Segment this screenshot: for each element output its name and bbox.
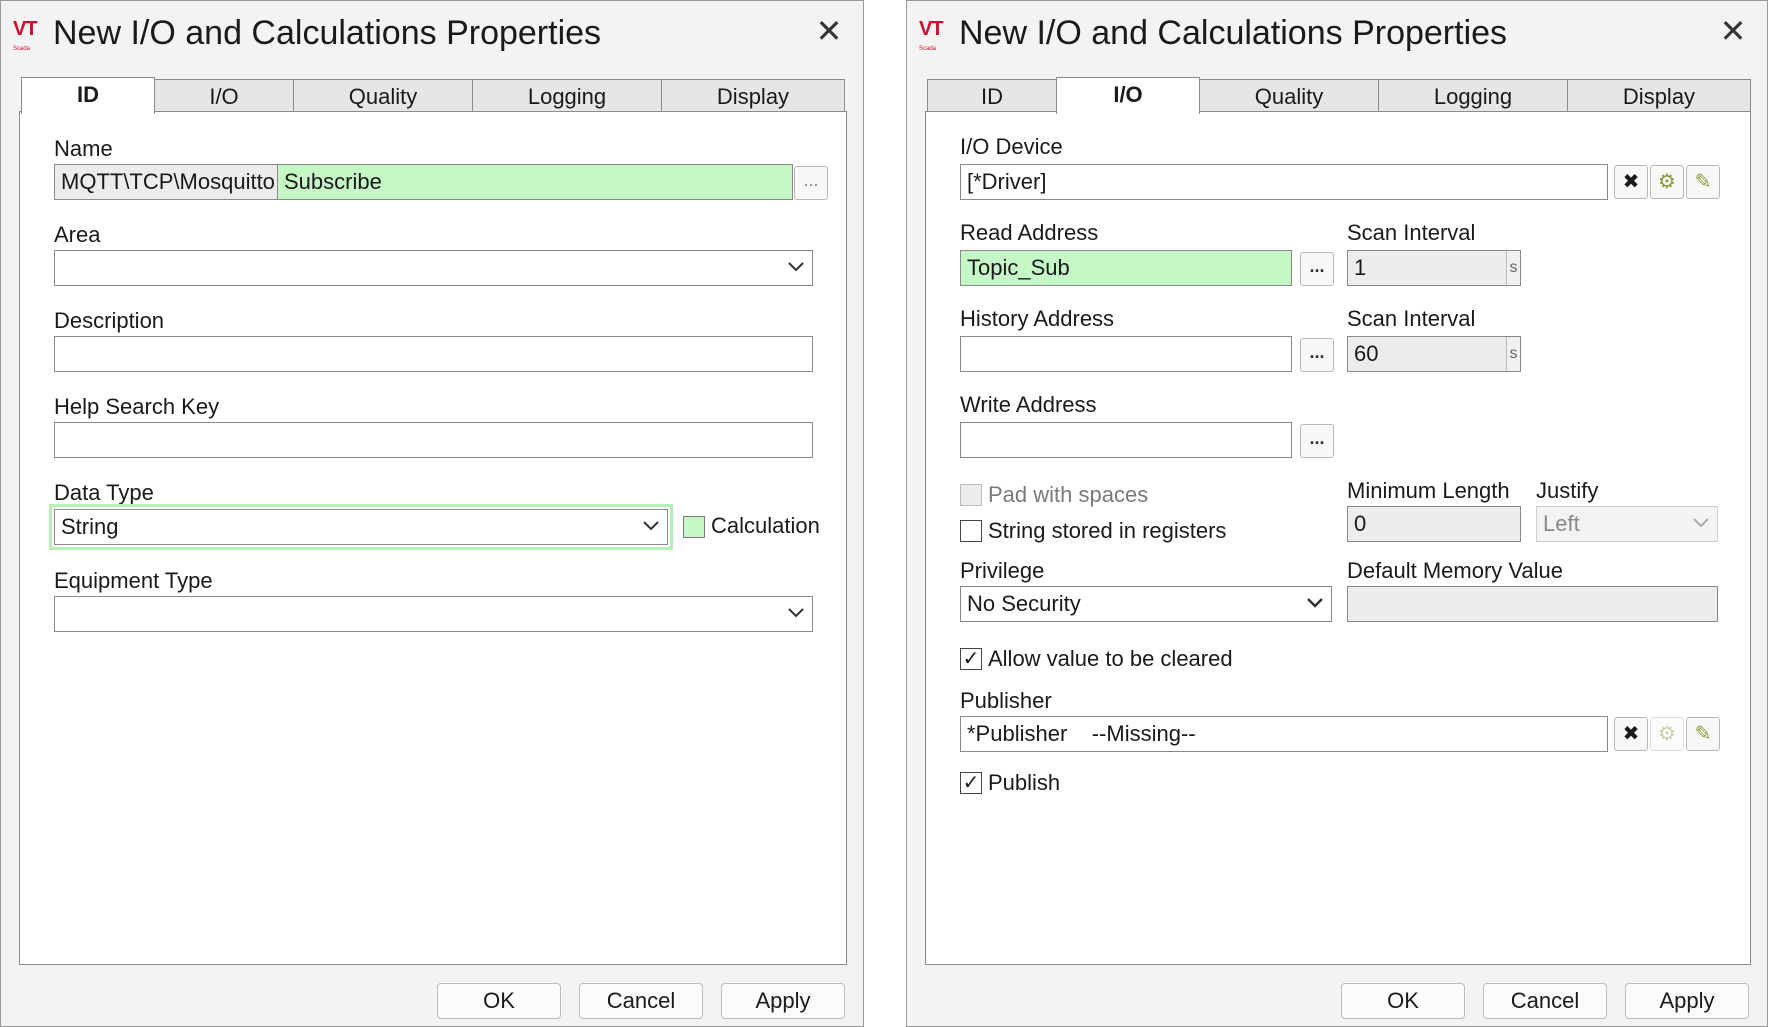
justify-select[interactable]: Left — [1536, 506, 1718, 542]
close-icon[interactable]: ✕ — [1713, 11, 1753, 51]
name-label: Name — [54, 136, 113, 161]
area-label: Area — [54, 222, 101, 247]
title-bar: VT Scada New I/O and Calculations Propert… — [1, 1, 863, 65]
default-memory-value-field[interactable] — [1347, 586, 1718, 622]
history-address-label: History Address — [960, 306, 1115, 331]
publish-checkbox[interactable]: ✓ — [960, 772, 982, 794]
equipment-type-label: Equipment Type — [54, 568, 213, 593]
read-address-field[interactable]: Topic_Sub — [960, 250, 1292, 286]
vtscada-logo-icon: VT Scada — [13, 18, 38, 52]
apply-button[interactable]: Apply — [721, 983, 845, 1019]
description-label: Description — [54, 308, 165, 333]
pad-with-spaces-label: Pad with spaces — [988, 482, 1149, 507]
tag-browse-icon[interactable]: ⚙ — [1650, 717, 1684, 751]
ok-button[interactable]: OK — [1341, 983, 1465, 1019]
scan-interval-label: Scan Interval — [1347, 220, 1476, 245]
title-bar: VT Scada New I/O and Calculations Propert… — [907, 1, 1767, 65]
chevron-down-icon — [1693, 507, 1709, 528]
history-address-browse-button[interactable]: ... — [1300, 338, 1334, 372]
history-address-field[interactable] — [960, 336, 1292, 372]
data-type-label: Data Type — [54, 480, 154, 505]
cancel-button[interactable]: Cancel — [579, 983, 703, 1019]
apply-button[interactable]: Apply — [1625, 983, 1749, 1019]
write-address-browse-button[interactable]: ... — [1300, 424, 1334, 458]
allow-value-cleared-label: Allow value to be cleared — [988, 646, 1233, 671]
tab-display[interactable]: Display — [661, 79, 845, 113]
read-address-label: Read Address — [960, 220, 1099, 245]
calculation-checkbox[interactable] — [683, 516, 705, 538]
tab-strip: ID I/O Quality Logging Display — [927, 77, 1751, 114]
name-prefix-field: MQTT\TCP\Mosquitto — [54, 164, 278, 200]
write-address-label: Write Address — [960, 392, 1097, 417]
properties-dialog-left: VT Scada New I/O and Calculations Propert… — [0, 0, 864, 1027]
chevron-down-icon — [1307, 587, 1323, 608]
minimum-length-field[interactable]: 0 — [1347, 506, 1521, 542]
clear-icon[interactable]: ✖ — [1614, 165, 1648, 199]
name-field[interactable]: Subscribe — [277, 164, 793, 200]
tab-id[interactable]: ID — [927, 79, 1057, 113]
dialog-title: New I/O and Calculations Properties — [53, 14, 602, 52]
publish-label: Publish — [988, 770, 1061, 795]
history-scan-interval-field[interactable]: 60 s — [1347, 336, 1521, 372]
seconds-unit: s — [1506, 337, 1520, 371]
read-address-browse-button[interactable]: ... — [1300, 252, 1334, 286]
tab-panel-id: Name MQTT\TCP\Mosquitto Subscribe ... Ar… — [19, 111, 847, 965]
io-device-field[interactable]: [*Driver] — [960, 164, 1608, 200]
tag-properties-icon[interactable]: ✎ — [1686, 165, 1720, 199]
chevron-down-icon — [788, 251, 804, 272]
tab-id[interactable]: ID — [21, 77, 155, 114]
tag-browse-icon[interactable]: ⚙ — [1650, 165, 1684, 199]
tag-properties-icon[interactable]: ✎ — [1686, 717, 1720, 751]
tab-io[interactable]: I/O — [154, 79, 294, 113]
io-device-label: I/O Device — [960, 134, 1063, 159]
publisher-label: Publisher — [960, 688, 1052, 713]
publisher-field[interactable]: *Publisher --Missing-- — [960, 716, 1608, 752]
properties-dialog-right: VT Scada New I/O and Calculations Propert… — [906, 0, 1768, 1027]
vtscada-logo-icon: VT Scada — [919, 18, 944, 52]
tab-strip: ID I/O Quality Logging Display — [21, 77, 845, 114]
equipment-type-select[interactable] — [54, 596, 813, 632]
description-field[interactable] — [54, 336, 813, 372]
clear-icon[interactable]: ✖ — [1614, 717, 1648, 751]
tab-quality[interactable]: Quality — [1199, 79, 1379, 113]
justify-label: Justify — [1536, 478, 1599, 503]
name-browse-button[interactable]: ... — [794, 166, 828, 200]
close-icon[interactable]: ✕ — [809, 11, 849, 51]
privilege-label: Privilege — [960, 558, 1045, 583]
tab-io[interactable]: I/O — [1056, 77, 1200, 114]
privilege-select[interactable]: No Security — [960, 586, 1332, 622]
tab-logging[interactable]: Logging — [1378, 79, 1568, 113]
chevron-down-icon — [643, 510, 659, 531]
scan-interval-field[interactable]: 1 s — [1347, 250, 1521, 286]
dialog-title: New I/O and Calculations Properties — [959, 14, 1508, 52]
default-memory-value-label: Default Memory Value — [1347, 558, 1564, 583]
tab-logging[interactable]: Logging — [472, 79, 662, 113]
help-search-key-label: Help Search Key — [54, 394, 220, 419]
string-stored-in-registers-label: String stored in registers — [988, 518, 1227, 543]
allow-value-cleared-checkbox[interactable]: ✓ — [960, 648, 982, 670]
tab-panel-io: I/O Device [*Driver] ✖ ⚙ ✎ Read Address … — [925, 111, 1751, 965]
seconds-unit: s — [1506, 251, 1520, 285]
ok-button[interactable]: OK — [437, 983, 561, 1019]
tab-quality[interactable]: Quality — [293, 79, 473, 113]
pad-with-spaces-checkbox[interactable] — [960, 484, 982, 506]
data-type-select[interactable]: String — [54, 509, 668, 545]
cancel-button[interactable]: Cancel — [1483, 983, 1607, 1019]
string-stored-in-registers-checkbox[interactable] — [960, 520, 982, 542]
calculation-label: Calculation — [711, 513, 820, 538]
minimum-length-label: Minimum Length — [1347, 478, 1510, 503]
history-scan-interval-label: Scan Interval — [1347, 306, 1476, 331]
tab-display[interactable]: Display — [1567, 79, 1751, 113]
chevron-down-icon — [788, 597, 804, 618]
write-address-field[interactable] — [960, 422, 1292, 458]
help-search-key-field[interactable] — [54, 422, 813, 458]
area-select[interactable] — [54, 250, 813, 286]
